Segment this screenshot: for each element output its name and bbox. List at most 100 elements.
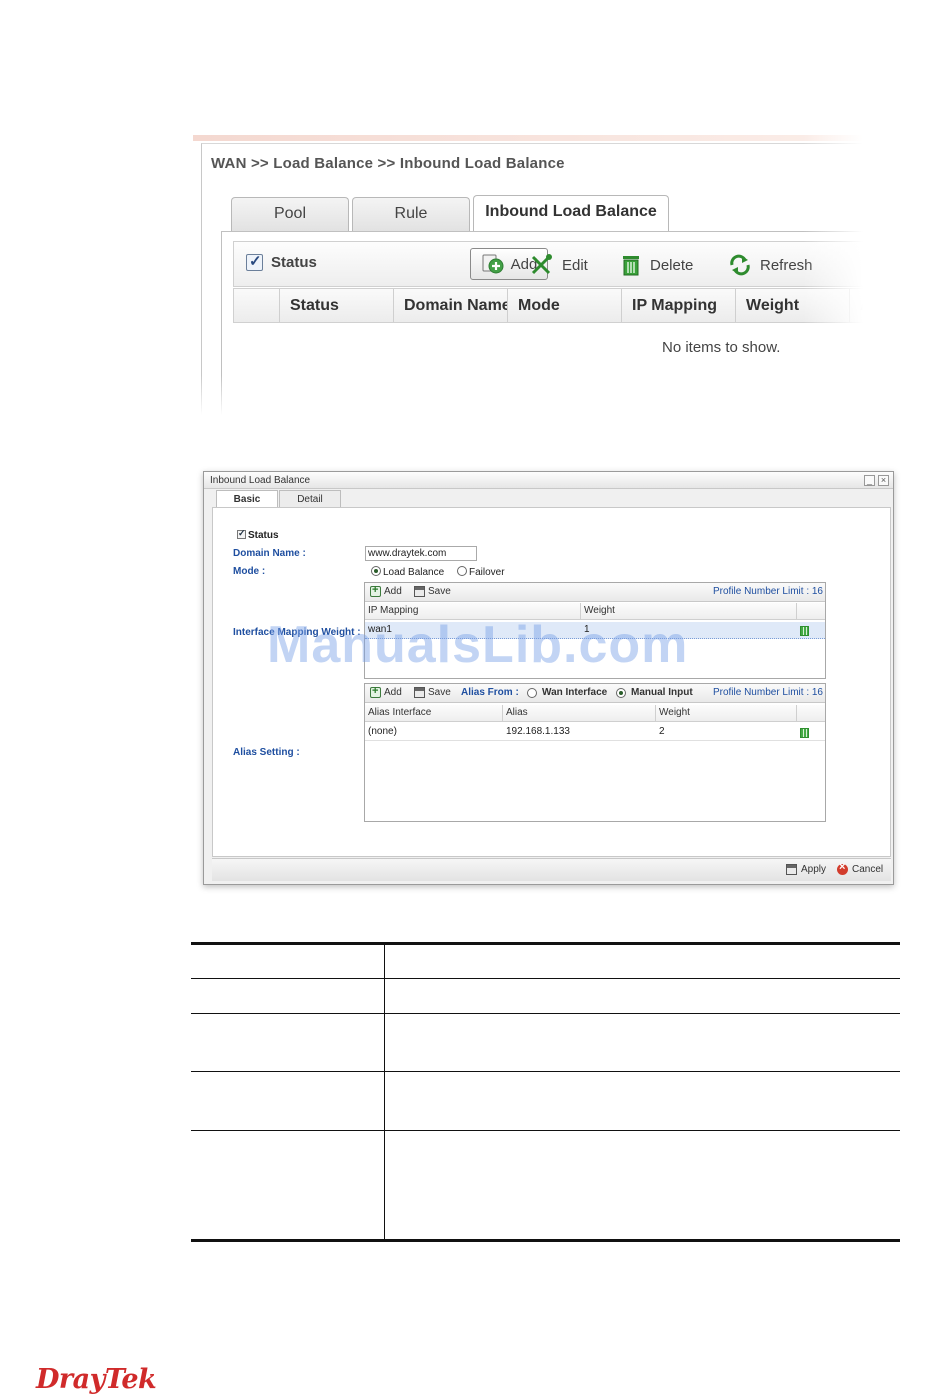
fade-right [803, 135, 863, 415]
column-alias-interface[interactable]: Alias Interface [365, 705, 503, 721]
add-icon [370, 685, 381, 698]
checkbox-icon[interactable] [237, 528, 246, 539]
tab-rule[interactable]: Rule [352, 197, 470, 231]
mode-label: Mode : [233, 566, 266, 577]
weight-cell: 1 [584, 624, 590, 635]
table-row-divider [191, 1013, 900, 1014]
mapping-save-label: Save [428, 586, 451, 597]
fade-bottom [193, 375, 863, 415]
empty-grid-message: No items to show. [662, 339, 781, 356]
save-icon [786, 864, 797, 875]
apply-button[interactable]: Apply [786, 864, 826, 875]
edit-label: Edit [562, 256, 588, 274]
table-row-divider [191, 978, 900, 979]
tab-inbound-load-balance[interactable]: Inbound Load Balance [473, 195, 669, 231]
delete-row-icon[interactable] [800, 626, 809, 636]
table-bottom-rule [191, 1239, 900, 1242]
trash-icon [623, 256, 639, 276]
status-checkbox[interactable]: Status [237, 528, 279, 541]
refresh-icon [730, 254, 750, 276]
add-icon [482, 254, 504, 274]
alias-setting-label: Alias Setting : [233, 747, 300, 758]
column-weight[interactable]: Weight [656, 705, 797, 721]
alias-from-manual-label: Manual Input [631, 687, 693, 698]
alias-limit: Profile Number Limit : 16 [712, 687, 823, 698]
dialog-body: Status Domain Name : www.draytek.com Mod… [212, 507, 891, 857]
column-alias[interactable]: Alias [503, 705, 656, 721]
alias-setting-grid: Add Save Alias From : Wan Interface Manu… [364, 683, 826, 822]
mode-failover-radio[interactable]: Failover [457, 566, 505, 578]
apply-label: Apply [801, 864, 827, 875]
edit-button[interactable]: Edit [530, 254, 588, 276]
dialog-title: Inbound Load Balance [204, 472, 893, 489]
weight-cell: 2 [659, 726, 665, 737]
cancel-button[interactable]: Cancel [837, 861, 884, 875]
radio-selected-icon[interactable] [371, 566, 381, 576]
table-row-divider [191, 1130, 900, 1131]
column-ip-mapping[interactable]: IP Mapping [365, 603, 581, 619]
alias-save-button[interactable]: Save [414, 687, 451, 698]
column-domain-name[interactable]: Domain Name [394, 289, 508, 322]
alias-save-label: Save [428, 687, 451, 698]
delete-row-icon[interactable] [800, 728, 809, 738]
alias-add-button[interactable]: Add [370, 685, 402, 698]
alias-from-wan-label: Wan Interface [542, 687, 608, 698]
ip-mapping-cell: wan1 [368, 624, 392, 635]
cancel-label: Cancel [852, 864, 884, 875]
column-mode[interactable]: Mode [508, 289, 622, 322]
header-strip [193, 135, 863, 141]
column-weight[interactable]: Weight [581, 603, 797, 619]
interface-mapping-grid: Add Save Profile Number Limit : 16 IP Ma… [364, 582, 826, 679]
domain-name-input[interactable]: www.draytek.com [365, 546, 477, 561]
grid-header: Status Domain Name Mode IP Mapping Weigh… [233, 288, 863, 323]
cancel-icon [837, 861, 848, 875]
tab-pool[interactable]: Pool [231, 197, 349, 231]
alias-from-wan-radio[interactable]: Wan Interface [527, 687, 607, 698]
domain-name-label: Domain Name : [233, 548, 306, 559]
alias-from-label: Alias From : [461, 687, 519, 698]
inbound-load-balance-dialog: Inbound Load Balance _ × Basic Detail St… [203, 471, 894, 885]
alias-grid-header: Alias Interface Alias Weight [365, 705, 825, 722]
radio-selected-icon[interactable] [616, 687, 626, 698]
mode-failover-label: Failover [469, 567, 505, 578]
radio-icon[interactable] [527, 687, 537, 698]
minimize-icon[interactable]: _ [864, 475, 875, 486]
close-icon[interactable]: × [878, 475, 889, 486]
status-filter[interactable]: Status [246, 252, 317, 271]
interface-mapping-label: Interface Mapping Weight : [233, 627, 361, 638]
column-status[interactable]: Status [280, 289, 394, 322]
status-label: Status [248, 530, 279, 541]
delete-button[interactable]: Delete [620, 254, 693, 276]
draytek-logo: DrayTek [36, 1364, 157, 1395]
alias-grid-toolbar: Add Save Alias From : Wan Interface Manu… [365, 684, 825, 703]
inbound-load-balance-screenshot: WAN >> Load Balance >> Inbound Load Bala… [193, 135, 863, 415]
mode-load-balance-label: Load Balance [383, 567, 445, 578]
alias-cell: 192.168.1.133 [506, 726, 570, 737]
grid-toolbar: Status Add Edit Delete [233, 241, 863, 287]
breadcrumb: WAN >> Load Balance >> Inbound Load Bala… [211, 155, 565, 172]
status-checkbox-icon[interactable] [246, 252, 263, 271]
tab-detail[interactable]: Detail [279, 490, 341, 507]
table-row-divider [191, 1071, 900, 1072]
description-table [191, 942, 900, 1242]
delete-label: Delete [650, 256, 694, 274]
mapping-row[interactable]: wan1 1 [365, 622, 825, 639]
alias-row[interactable]: (none) 192.168.1.133 2 [365, 724, 825, 741]
save-icon [414, 687, 425, 698]
column-select [234, 289, 280, 322]
add-icon [370, 584, 381, 597]
tab-basic[interactable]: Basic [216, 490, 278, 508]
alias-add-label: Add [384, 687, 402, 698]
refresh-button[interactable]: Refresh [728, 254, 813, 276]
status-filter-label: Status [271, 254, 317, 271]
alias-interface-cell: (none) [368, 726, 397, 737]
table-top-rule [191, 942, 900, 945]
mapping-save-button[interactable]: Save [414, 586, 451, 597]
mapping-add-button[interactable]: Add [370, 584, 402, 597]
column-ip-mapping[interactable]: IP Mapping [622, 289, 736, 322]
radio-icon[interactable] [457, 566, 467, 576]
mode-load-balance-radio[interactable]: Load Balance [371, 566, 444, 578]
mapping-grid-toolbar: Add Save Profile Number Limit : 16 [365, 583, 825, 602]
alias-from-manual-radio[interactable]: Manual Input [616, 687, 693, 698]
table-column-divider [384, 942, 385, 1242]
